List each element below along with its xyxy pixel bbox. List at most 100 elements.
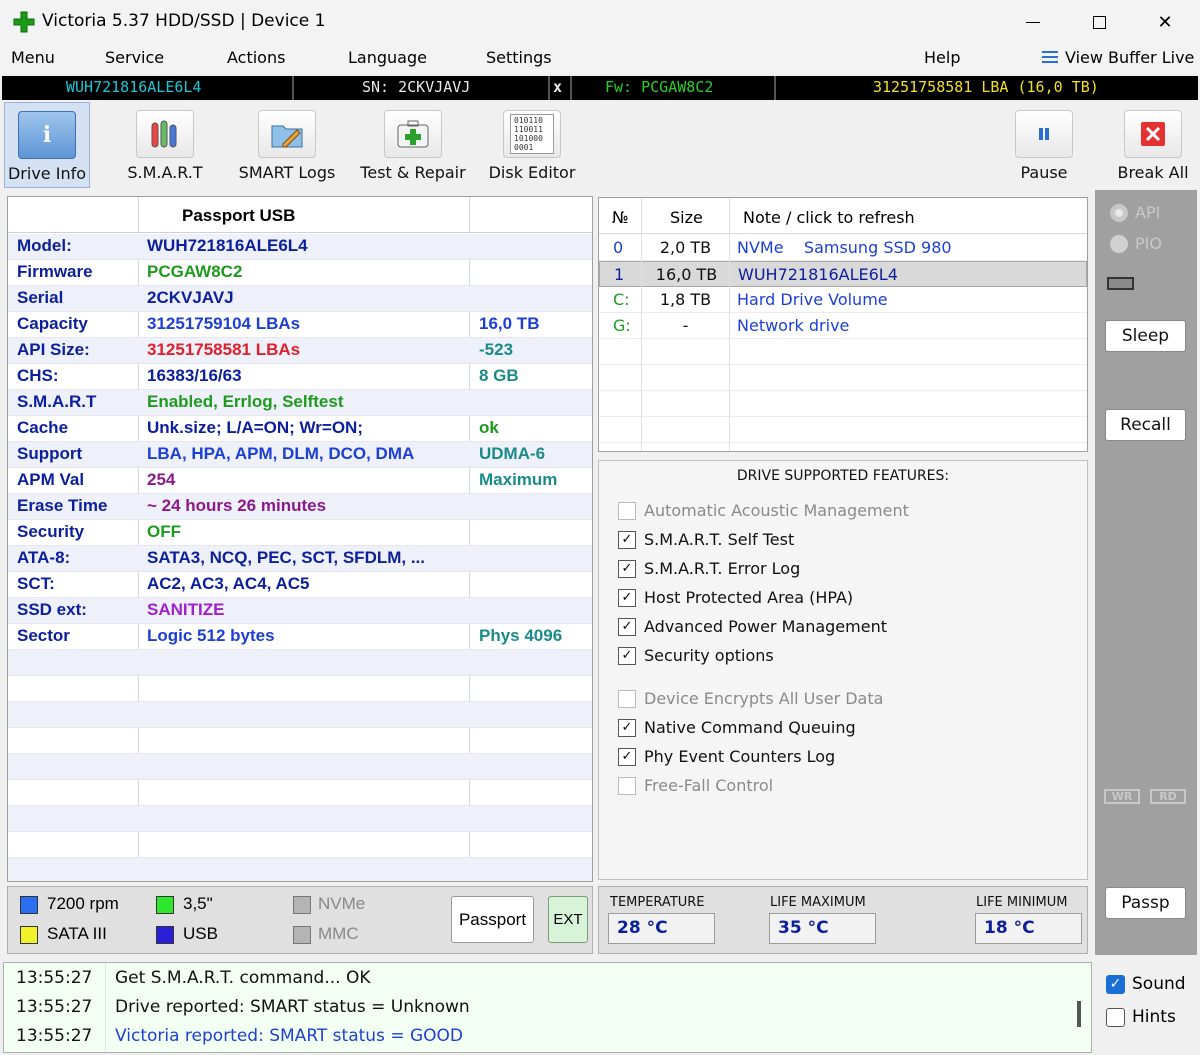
info-row-label: SSD ext: [17,600,87,619]
checkmark-icon: ✓ [618,530,636,549]
view-buffer-label: View Buffer Live [1065,48,1195,67]
nvme-label: NVMe [318,894,366,913]
info-row-empty [8,754,592,780]
info-row-value: Enabled, Errlog, Selftest [147,392,344,411]
info-row-label: Firmware [17,262,93,281]
feature-checkbox[interactable]: Automatic Acoustic Management [618,501,909,520]
log-message: Victoria reported: SMART status = GOOD [115,1026,463,1046]
checkmark-icon: ✓ [618,617,636,636]
info-row: Sector Logic 512 bytes Phys 4096 [8,624,592,650]
checkbox-icon [618,501,636,520]
minimize-button[interactable] [1000,0,1066,45]
mmc-label: MMC [318,924,359,943]
view-buffer-live-button[interactable]: View Buffer Live [1041,48,1194,67]
mmc-indicator [293,926,311,944]
info-row: APM Val 254 Maximum [8,468,592,494]
maximize-icon [1092,16,1106,29]
sata-label: SATA III [47,924,107,943]
menu-item-help[interactable]: Help [924,48,960,67]
feature-checkbox[interactable]: ✓ Advanced Power Management [618,617,887,636]
info-row-value: PCGAW8C2 [147,262,243,281]
test-tubes-icon [136,110,194,158]
pio-radio[interactable]: PIO [1110,234,1162,253]
api-radio[interactable]: API [1110,203,1160,222]
info-row-value: Logic 512 bytes [147,626,275,645]
maximize-button[interactable] [1066,0,1132,45]
device-id: 1 [614,265,625,284]
menu-item-service[interactable]: Service [105,48,164,67]
info-row: SCT: AC2, AC3, AC4, AC5 [8,572,592,598]
menu-item-settings[interactable]: Settings [486,48,552,67]
ext-button[interactable]: EXT [548,896,588,943]
info-row-label: Model: [17,236,72,255]
info-row: Cache Unk.size; L/A=ON; Wr=ON; ok [8,416,592,442]
recall-button[interactable]: Recall [1105,409,1186,441]
sleep-button[interactable]: Sleep [1105,320,1186,352]
info-row-label: Cache [17,418,69,437]
feature-label: Security options [644,646,774,665]
pause-button[interactable]: Pause [1003,102,1085,188]
feature-checkbox[interactable]: ✓ S.M.A.R.T. Error Log [618,559,800,578]
radio-icon [1110,234,1128,253]
life-max-label: LIFE MAXIMUM [770,895,866,910]
info-row-label: Serial [17,288,64,307]
info-row: CHS: 16383/16/63 8 GB [8,364,592,390]
sound-checkbox[interactable]: ✓ Sound [1106,974,1186,994]
life-max-value: 35 °C [769,913,876,944]
info-row-value: Unk.size; L/A=ON; Wr=ON; [147,418,363,437]
divider [548,76,550,100]
menu-item-menu[interactable]: Menu [11,48,55,67]
device-list-header: № Size Note / click to refresh [599,198,1087,234]
smart-logs-button[interactable]: SMART Logs [232,102,342,188]
feature-checkbox[interactable]: ✓ Host Protected Area (HPA) [618,588,853,607]
drive-info-label: Drive Info [7,164,87,183]
nvme-indicator [293,896,311,914]
passp-button[interactable]: Passp [1105,887,1186,919]
feature-checkbox[interactable]: ✓ Native Command Queuing [618,718,856,737]
passport-button[interactable]: Passport [451,896,534,943]
info-row-value: 254 [147,470,176,489]
device-row-empty [599,417,1087,443]
feature-checkbox[interactable]: ✓ S.M.A.R.T. Self Test [618,530,794,549]
menu-item-language[interactable]: Language [348,48,427,67]
break-all-button[interactable]: Break All [1112,102,1194,188]
feature-checkbox[interactable]: Free-Fall Control [618,776,773,795]
test-repair-button[interactable]: Test & Repair [355,102,471,188]
log-scrollbar[interactable] [1077,1001,1081,1027]
feature-checkbox[interactable]: Device Encrypts All User Data [618,689,883,708]
folder-pencil-icon [258,110,316,158]
info-row-empty [8,650,592,676]
device-row[interactable]: G: - Network drive [599,313,1087,339]
smart-button[interactable]: S.M.A.R.T [122,102,208,188]
info-row-value: SATA3, NCQ, PEC, SCT, SFDLM, ... [147,548,426,567]
device-row[interactable]: C: 1,8 TB Hard Drive Volume [599,287,1087,313]
close-button[interactable]: ✕ [1132,0,1198,45]
col-size-header[interactable]: Size [670,208,703,227]
hints-checkbox[interactable]: Hints [1106,1007,1176,1027]
info-row-label: CHS: [17,366,59,385]
device-row[interactable]: 1 16,0 TB WUH721816ALE6L4 [599,261,1087,287]
info-row-empty [8,858,592,881]
usb-indicator [156,926,174,944]
log-time: 13:55:27 [16,968,93,988]
info-row: Capacity 31251759104 LBAs 16,0 TB [8,312,592,338]
col-number-header[interactable]: № [612,208,629,227]
form-factor-label: 3,5" [183,894,213,913]
feature-checkbox[interactable]: ✓ Security options [618,646,774,665]
feature-checkbox[interactable]: ✓ Phy Event Counters Log [618,747,835,766]
info-row-label: ATA-8: [17,548,71,567]
info-row-label: APM Val [17,470,85,489]
api-label: API [1135,203,1161,222]
checkmark-icon: ✓ [618,747,636,766]
col-note-header[interactable]: Note / click to refresh [743,208,915,227]
device-row-empty [599,391,1087,417]
disk-editor-button[interactable]: 010110 110011 101000 0001 Disk Editor [486,102,578,188]
drive-info-button[interactable]: i Drive Info [4,102,90,188]
eject-x-button[interactable]: x [553,78,562,96]
info-row-value: LBA, HPA, APM, DLM, DCO, DMA [147,444,415,463]
info-row: Serial 2CKVJAVJ [8,286,592,312]
menu-item-actions[interactable]: Actions [227,48,285,67]
info-row: Security OFF [8,520,592,546]
smart-logs-label: SMART Logs [238,163,336,182]
device-row[interactable]: 0 2,0 TB NVMe Samsung SSD 980 [599,235,1087,261]
